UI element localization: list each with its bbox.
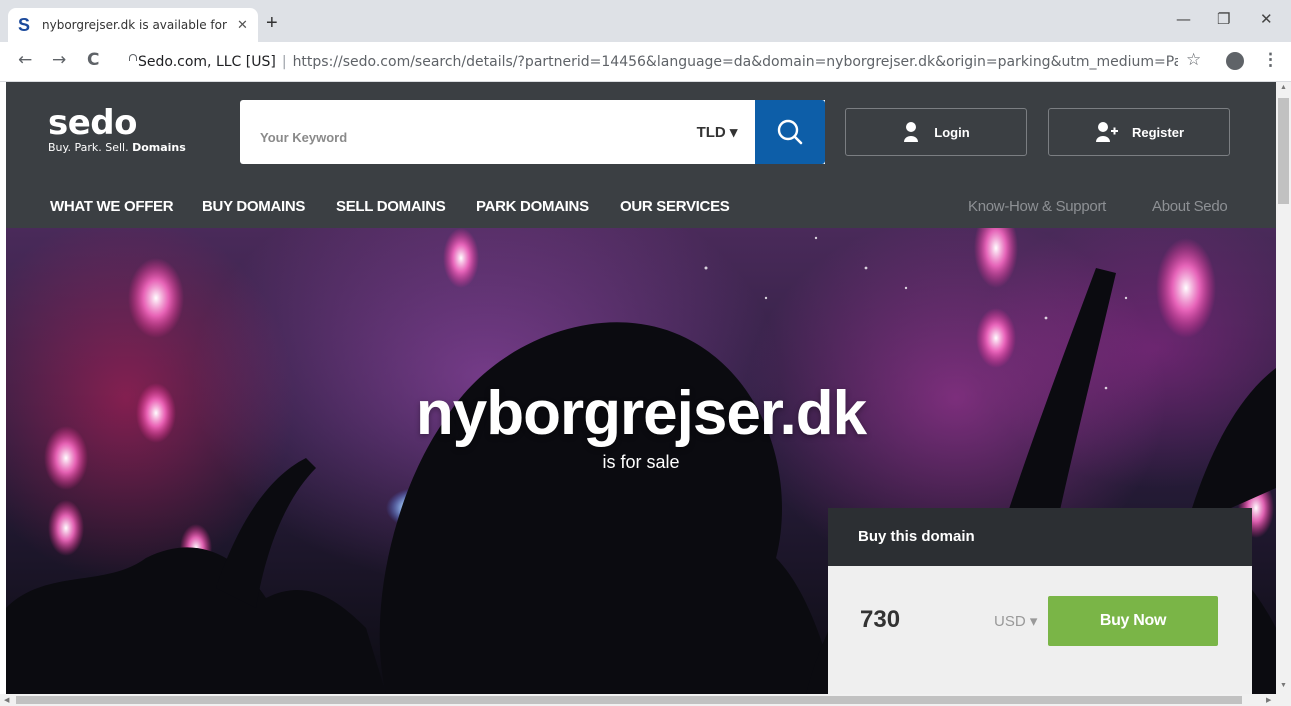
scroll-up-arrow-icon[interactable]: ▲ [1280, 84, 1287, 91]
browser-menu-icon[interactable]: ⋮ [1262, 50, 1279, 70]
url-organization: Sedo.com, LLC [US] [138, 54, 276, 70]
domain-name-heading: nyborgrejser.dk [415, 379, 867, 448]
profile-icon[interactable] [1226, 52, 1244, 70]
register-button[interactable]: Register [1048, 108, 1230, 156]
search-icon [777, 119, 803, 145]
scroll-right-arrow-icon[interactable]: ▶ [1266, 696, 1271, 704]
site-header: sedo Buy. Park. Sell. Domains TLD ▾ Logi… [6, 82, 1276, 228]
maximize-button[interactable]: ❐ [1217, 10, 1230, 28]
browser-tab[interactable]: S nyborgrejser.dk is available for pu ✕ [8, 8, 258, 42]
buy-panel-body: 730 USD ▾ Buy Now [828, 566, 1252, 694]
tab-title: nyborgrejser.dk is available for pu [42, 18, 227, 32]
horizontal-scrollbar[interactable]: ◀ ▶ [0, 694, 1291, 706]
price-value: 730 [860, 606, 901, 633]
scroll-down-arrow-icon[interactable]: ▼ [1280, 682, 1287, 689]
address-bar[interactable]: Sedo.com, LLC [US] | https://sedo.com/se… [118, 48, 1178, 76]
buy-now-button[interactable]: Buy Now [1048, 596, 1218, 646]
nav-park-domains[interactable]: PARK DOMAINS [476, 198, 589, 215]
vertical-scrollbar[interactable]: ▲ ▼ [1276, 82, 1291, 694]
main-navigation: WHAT WE OFFER BUY DOMAINS SELL DOMAINS P… [6, 187, 1276, 227]
forward-button[interactable]: → [52, 50, 66, 70]
add-user-icon [1095, 122, 1118, 142]
nav-what-we-offer[interactable]: WHAT WE OFFER [50, 198, 174, 215]
login-label: Login [934, 124, 970, 140]
vertical-scroll-thumb[interactable] [1278, 98, 1289, 204]
minimize-button[interactable]: — [1176, 10, 1191, 28]
buy-domain-panel: Buy this domain 730 USD ▾ Buy Now [828, 508, 1252, 694]
horizontal-scroll-thumb[interactable] [16, 696, 1242, 704]
browser-tabstrip: S nyborgrejser.dk is available for pu ✕ … [0, 0, 1291, 42]
browser-toolbar: ← → C Sedo.com, LLC [US] | https://sedo.… [0, 42, 1291, 82]
back-button[interactable]: ← [18, 50, 32, 70]
scroll-left-arrow-icon[interactable]: ◀ [4, 696, 9, 704]
currency-value: USD [994, 613, 1026, 630]
close-window-button[interactable]: ✕ [1260, 10, 1273, 28]
buy-panel-heading: Buy this domain [828, 508, 1252, 566]
search-box: TLD ▾ [240, 100, 825, 164]
sedo-favicon-icon: S [18, 15, 31, 35]
new-tab-button[interactable]: + [266, 12, 278, 35]
chevron-down-icon: ▾ [1029, 613, 1038, 630]
login-button[interactable]: Login [845, 108, 1027, 156]
logo-tagline: Buy. Park. Sell. Domains [48, 141, 186, 154]
search-button[interactable] [755, 100, 825, 164]
nav-buy-domains[interactable]: BUY DOMAINS [202, 198, 305, 215]
nav-sell-domains[interactable]: SELL DOMAINS [336, 198, 446, 215]
currency-select[interactable]: USD ▾ [994, 612, 1037, 630]
nav-about-sedo[interactable]: About Sedo [1152, 198, 1228, 215]
nav-our-services[interactable]: OUR SERVICES [620, 198, 730, 215]
tab-close-icon[interactable]: ✕ [237, 17, 248, 33]
reload-button[interactable]: C [87, 50, 99, 70]
nav-know-how-support[interactable]: Know-How & Support [968, 198, 1106, 215]
page: sedo Buy. Park. Sell. Domains TLD ▾ Logi… [6, 82, 1276, 694]
url-separator: | [281, 54, 287, 70]
page-viewport: sedo Buy. Park. Sell. Domains TLD ▾ Logi… [0, 82, 1291, 706]
tld-dropdown[interactable]: TLD ▾ [680, 100, 754, 164]
register-label: Register [1131, 124, 1185, 140]
url-text: https://sedo.com/search/details/?partner… [292, 54, 1178, 70]
user-icon [904, 122, 919, 142]
for-sale-subtitle: is for sale [602, 452, 680, 472]
keyword-search-input[interactable] [240, 100, 680, 164]
bookmark-star-icon[interactable]: ☆ [1186, 50, 1201, 70]
logo-wordmark: sedo [48, 103, 137, 143]
logo-tagline-bold: Domains [132, 141, 186, 154]
sedo-logo[interactable]: sedo Buy. Park. Sell. Domains [48, 103, 186, 154]
logo-tagline-prefix: Buy. Park. Sell. [48, 141, 129, 154]
